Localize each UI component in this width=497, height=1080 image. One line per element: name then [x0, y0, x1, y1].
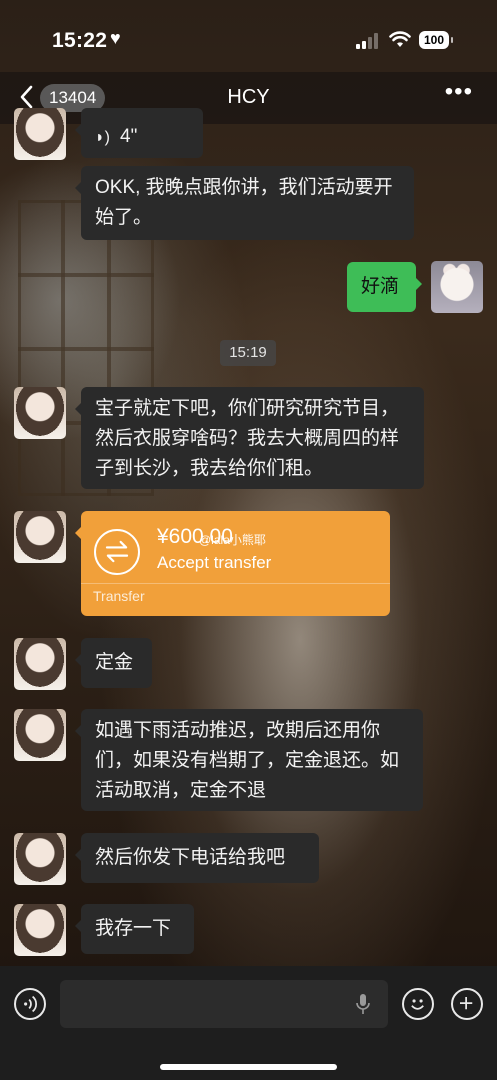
transfer-label: Transfer: [93, 588, 145, 604]
message-bubble[interactable]: 定金: [75, 638, 152, 688]
message-bubble[interactable]: 如遇下雨活动推迟，改期后还用你们，如果没有档期了，定金退还。如活动取消，定金不退: [75, 709, 423, 811]
battery-indicator: 100: [419, 31, 449, 49]
emoji-icon[interactable]: [402, 988, 434, 1020]
message-input[interactable]: [60, 980, 388, 1028]
contact-avatar[interactable]: [14, 833, 66, 885]
status-time: 15:22: [52, 29, 108, 52]
message-bubble[interactable]: 然后你发下电话给我吧: [75, 833, 319, 883]
transfer-status: Accept transfer: [157, 553, 272, 572]
input-bar: [0, 966, 497, 1080]
message-bubble[interactable]: 宝子就定下吧，你们研究研究节目，然后衣服穿啥码？我去大概周四的样子到长沙，我去给…: [75, 387, 424, 489]
voice-message[interactable]: ◗) 4": [75, 108, 203, 158]
status-bar: 15:22 ♥ 100: [0, 0, 497, 80]
voice-icon: ◗): [95, 129, 110, 146]
message-text: OKK, 我晚点跟你讲，我们活动要开始了。: [95, 177, 393, 228]
plus-icon[interactable]: [451, 988, 483, 1020]
voice-duration: 4": [120, 126, 138, 147]
message-bubble[interactable]: OKK, 我晚点跟你讲，我们活动要开始了。: [75, 166, 414, 240]
message-text: 定金: [95, 652, 134, 673]
contact-avatar[interactable]: [14, 387, 66, 439]
contact-avatar[interactable]: [14, 511, 66, 563]
my-message-bubble[interactable]: 好滴: [347, 262, 422, 312]
mic-icon[interactable]: [356, 993, 370, 1015]
heart-icon: ♥: [110, 28, 121, 48]
message-timestamp: 15:19: [220, 340, 276, 366]
watermark-text: @lala小熊耶: [199, 533, 266, 547]
battery-tip: [451, 37, 453, 43]
my-avatar[interactable]: [431, 261, 483, 313]
message-bubble[interactable]: 我存一下: [75, 904, 194, 954]
wifi-icon: [389, 31, 411, 47]
contact-avatar[interactable]: [14, 709, 66, 761]
voice-icon[interactable]: [14, 988, 46, 1020]
message-text: 我存一下: [95, 918, 172, 939]
message-text: 好滴: [361, 276, 400, 297]
more-dots-icon[interactable]: •••: [445, 78, 473, 106]
transfer-divider: [81, 583, 390, 584]
message-text: 然后你发下电话给我吧: [95, 847, 286, 868]
contact-avatar[interactable]: [14, 638, 66, 690]
chat-title: HCY: [227, 86, 270, 108]
chat-header: 13404 HCY •••: [0, 72, 497, 124]
transfer-card[interactable]: ¥600.00 @lala小熊耶 Accept transfer Transfe…: [75, 511, 390, 616]
home-indicator[interactable]: [160, 1064, 337, 1070]
transfer-arrows-icon: [94, 529, 140, 575]
contact-avatar[interactable]: [14, 108, 66, 160]
message-text: 如遇下雨活动推迟，改期后还用你们，如果没有档期了，定金退还。如活动取消，定金不退: [95, 720, 400, 801]
cellular-signal-icon: [356, 33, 380, 49]
message-text: 宝子就定下吧，你们研究研究节目，然后衣服穿啥码？我去大概周四的样子到长沙，我去给…: [95, 398, 400, 479]
contact-avatar[interactable]: [14, 904, 66, 956]
